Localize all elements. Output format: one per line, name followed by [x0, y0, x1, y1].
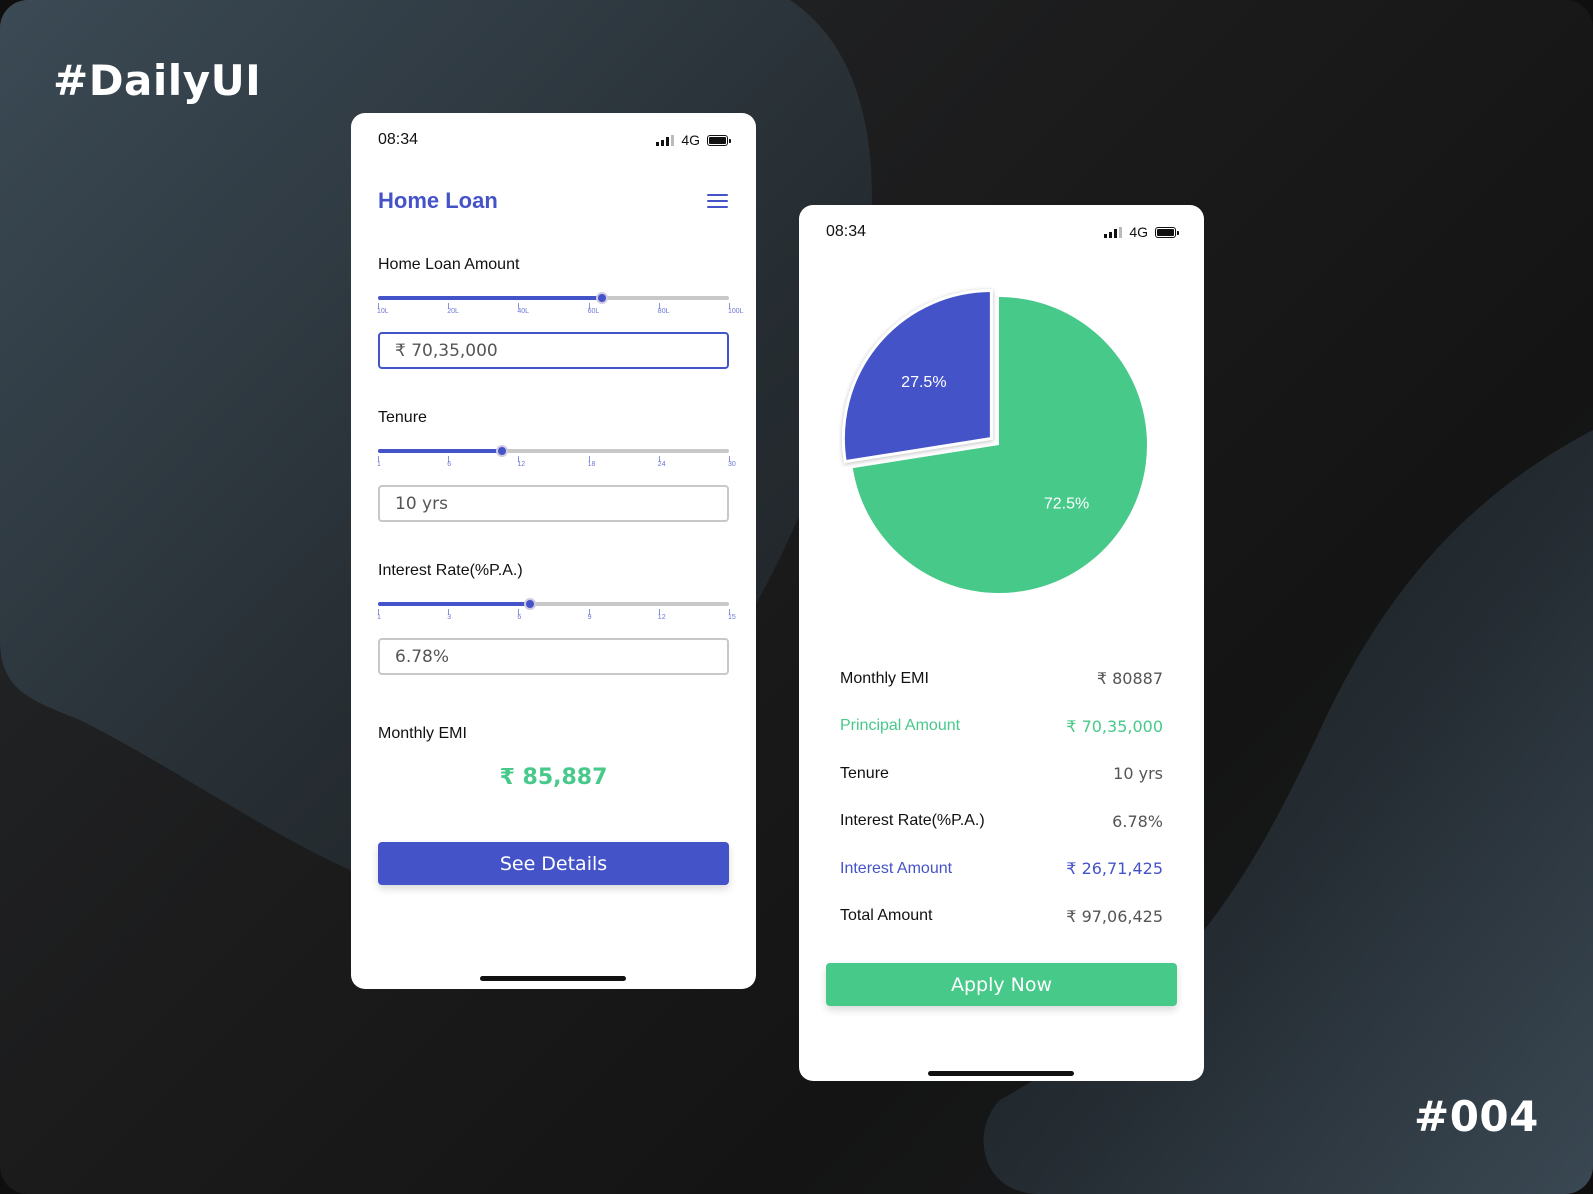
- detail-row: Total Amount ₹ 97,06,425: [840, 893, 1163, 941]
- see-details-button[interactable]: See Details: [378, 842, 729, 885]
- slider-tick-label: 20L: [447, 308, 459, 315]
- loan-amount-field: Home Loan Amount 10L 20L 40L 60L 80L 100L ₹ 7…: [377, 256, 744, 369]
- slider-tick-label: 1: [377, 614, 381, 621]
- home-indicator[interactable]: [480, 976, 626, 981]
- tenure-input[interactable]: 10 yrs: [378, 485, 729, 522]
- tenure-label: Tenure: [378, 409, 427, 426]
- monthly-emi-label: Monthly EMI: [378, 725, 467, 742]
- detail-label: Total Amount: [840, 907, 933, 925]
- interest-rate-field: Interest Rate(%P.A.) 1 3 6 9 12 15 6.78%: [377, 562, 736, 675]
- slider-tick-label: 6: [517, 614, 522, 621]
- detail-label: Tenure: [840, 764, 889, 782]
- slider-tick-label: 6: [447, 461, 452, 468]
- slider-tick-label: 9: [587, 614, 592, 621]
- calculator-screen: 08:34 4G Home Loan Home Loan Amount 10L 2…: [351, 113, 756, 989]
- slider-tick-label: 100L: [728, 308, 744, 315]
- status-bar: 08:34 4G: [826, 221, 1179, 243]
- slider-fill: [378, 602, 530, 606]
- detail-value: 10 yrs: [1113, 764, 1163, 784]
- challenge-number: #004: [1414, 1092, 1539, 1141]
- pie-label: 27.5%: [901, 374, 946, 391]
- slider-tick-label: 3: [447, 614, 452, 621]
- loan-amount-input[interactable]: ₹ 70,35,000: [378, 332, 729, 369]
- apply-now-button[interactable]: Apply Now: [826, 963, 1177, 1006]
- detail-label: Principal Amount: [840, 717, 961, 735]
- detail-row: Interest Amount ₹ 26,71,425: [840, 845, 1163, 893]
- loan-breakdown-pie-chart: 72.5% 27.5%: [839, 285, 1159, 605]
- detail-label: Interest Rate(%P.A.): [840, 812, 985, 830]
- battery-icon: [707, 134, 731, 146]
- slider-thumb[interactable]: [523, 598, 536, 610]
- app-header: Home Loan: [378, 186, 728, 216]
- slider-fill: [378, 449, 502, 453]
- detail-row: Monthly EMI ₹ 80887: [840, 655, 1163, 703]
- slider-tick-label: 60L: [587, 308, 600, 315]
- presentation-canvas: #DailyUI #004 08:34 4G Home Loan Home Lo…: [0, 0, 1593, 1194]
- loan-amount-label: Home Loan Amount: [378, 256, 520, 273]
- network-label: 4G: [1129, 224, 1148, 240]
- detail-value: ₹ 80887: [1096, 669, 1163, 689]
- tenure-field: Tenure 1 6 12 18 24 30 10 yrs: [377, 409, 736, 522]
- slider-tick-label: 12: [517, 461, 526, 468]
- home-indicator[interactable]: [928, 1071, 1074, 1076]
- slider-tick-label: 40L: [517, 308, 530, 315]
- detail-value: 6.78%: [1112, 811, 1163, 831]
- loan-amount-slider[interactable]: 10L 20L 40L 60L 80L 100L: [377, 290, 744, 315]
- signal-icon: [656, 134, 675, 146]
- background-shapes: [0, 0, 1593, 1194]
- detail-label: Interest Amount: [840, 859, 953, 877]
- signal-icon: [1104, 226, 1123, 238]
- detail-value: ₹ 70,35,000: [1066, 716, 1163, 736]
- status-time: 08:34: [378, 131, 419, 148]
- slider-thumb[interactable]: [495, 445, 508, 457]
- slider-fill: [378, 296, 602, 300]
- battery-icon: [1155, 226, 1179, 238]
- loan-details-list: Monthly EMI ₹ 80887 Principal Amount ₹ 70,3…: [840, 655, 1163, 940]
- slider-tick-label: 30: [728, 461, 736, 468]
- slider-tick-label: 1: [377, 461, 381, 468]
- slider-tick-label: 15: [728, 614, 736, 621]
- interest-rate-input[interactable]: 6.78%: [378, 638, 729, 675]
- tenure-slider[interactable]: 1 6 12 18 24 30: [377, 443, 736, 468]
- status-bar: 08:34 4G: [378, 129, 731, 151]
- details-screen: 08:34 4G 72.5% 27.5% Monthly EMI ₹ 80887 Pr…: [799, 205, 1204, 1081]
- detail-value: ₹ 26,71,425: [1066, 859, 1163, 879]
- slider-tick-label: 12: [657, 614, 666, 621]
- hamburger-menu-icon[interactable]: [707, 194, 728, 208]
- detail-value: ₹ 97,06,425: [1066, 906, 1163, 926]
- interest-rate-slider[interactable]: 1 3 6 9 12 15: [377, 596, 736, 621]
- slider-tick-label: 80L: [657, 308, 670, 315]
- slider-tick-label: 10L: [377, 308, 389, 315]
- detail-row: Interest Rate(%P.A.) 6.78%: [840, 798, 1163, 846]
- slider-tick-label: 18: [587, 461, 596, 468]
- pie-label: 72.5%: [1044, 496, 1089, 513]
- page-title: Home Loan: [378, 188, 498, 213]
- interest-rate-label: Interest Rate(%P.A.): [378, 562, 523, 579]
- dailyui-tag: #DailyUI: [53, 56, 262, 105]
- network-label: 4G: [681, 132, 700, 148]
- detail-row: Tenure 10 yrs: [840, 750, 1163, 798]
- slider-tick-label: 24: [657, 461, 666, 468]
- detail-row: Principal Amount ₹ 70,35,000: [840, 703, 1163, 751]
- detail-label: Monthly EMI: [840, 669, 929, 687]
- monthly-emi-value: ₹ 85,887: [499, 765, 608, 790]
- status-time: 08:34: [826, 223, 867, 240]
- pie-svg: 72.5% 27.5%: [841, 289, 1147, 593]
- slider-thumb[interactable]: [595, 292, 608, 304]
